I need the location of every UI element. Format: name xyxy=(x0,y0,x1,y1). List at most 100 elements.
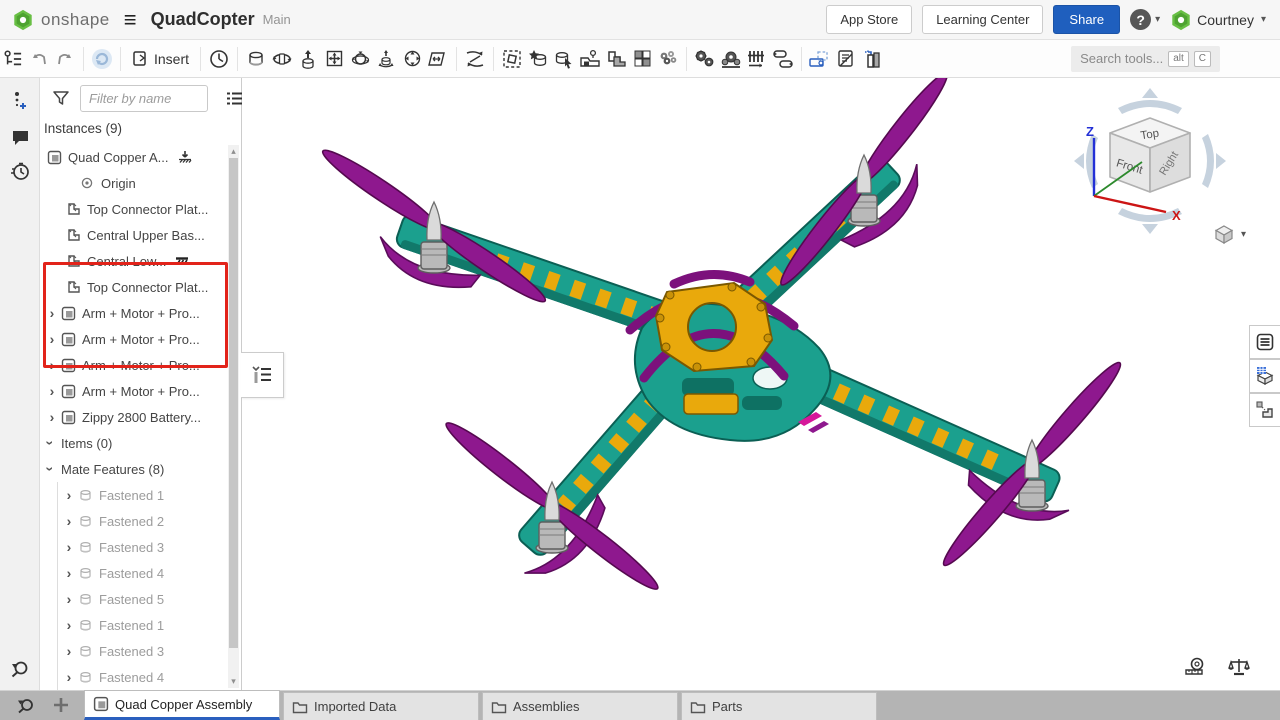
chevron-right-icon[interactable]: › xyxy=(45,410,59,424)
fastened-mate-icon[interactable] xyxy=(243,46,269,72)
help-menu[interactable]: ? ▾ xyxy=(1130,9,1160,30)
tree-row-subassembly[interactable]: › Arm + Motor + Pro... xyxy=(40,378,230,404)
history-icon[interactable] xyxy=(7,158,33,184)
sidebar-scrollbar[interactable]: ▴ ▾ xyxy=(228,145,239,688)
chevron-right-icon[interactable]: › xyxy=(45,384,59,398)
cylindrical-mate-icon[interactable] xyxy=(373,46,399,72)
tree-row-mate[interactable]: › Fastened 1 xyxy=(40,482,230,508)
chevron-right-icon[interactable]: › xyxy=(62,540,76,554)
mate-icon[interactable] xyxy=(206,46,232,72)
graphics-viewport[interactable]: .arm{fill:#1ba08e;stroke:#0b5f54;stroke-… xyxy=(242,78,1280,690)
interference-check-icon[interactable] xyxy=(859,46,885,72)
tree-row-part[interactable]: Top Connector Plat... xyxy=(40,274,230,300)
motor-propeller-upper-right[interactable] xyxy=(774,78,954,290)
tree-group-mate-features[interactable]: › Mate Features (8) xyxy=(40,456,230,482)
chevron-right-icon[interactable]: › xyxy=(62,566,76,580)
insert-button[interactable]: Insert xyxy=(126,50,195,67)
mass-properties-icon[interactable] xyxy=(1226,654,1252,680)
chevron-right-icon[interactable]: › xyxy=(62,514,76,528)
tab-parts[interactable]: Parts xyxy=(681,692,877,720)
tree-row-mate[interactable]: › Fastened 3 xyxy=(40,638,230,664)
tangent-mate-icon[interactable] xyxy=(425,46,451,72)
bom-flyout[interactable] xyxy=(1249,359,1280,393)
tree-row-subassembly[interactable]: › Arm + Motor + Pro... xyxy=(40,300,230,326)
tree-group-items[interactable]: › Items (0) xyxy=(40,430,230,456)
filter-icon[interactable] xyxy=(48,85,74,111)
feature-list-toggle[interactable] xyxy=(241,352,284,398)
assembly-tree-icon[interactable] xyxy=(0,46,26,72)
view-cube[interactable]: Top Front Right Z X xyxy=(1070,86,1230,236)
exploded-view-icon[interactable] xyxy=(807,46,833,72)
tree-row-subassembly[interactable]: › Arm + Motor + Pro... xyxy=(40,352,230,378)
tree-row-origin[interactable]: Origin xyxy=(40,170,230,196)
tab-assemblies[interactable]: Assemblies xyxy=(482,692,678,720)
redo-icon[interactable] xyxy=(52,46,78,72)
add-tab-icon[interactable] xyxy=(48,692,74,718)
app-store-button[interactable]: App Store xyxy=(826,5,912,34)
mate-connector-icon[interactable] xyxy=(525,46,551,72)
search-tabs-icon[interactable] xyxy=(12,692,38,718)
ball-mate-icon[interactable] xyxy=(347,46,373,72)
planar-mate-icon[interactable] xyxy=(321,46,347,72)
onshape-logo[interactable]: onshape xyxy=(0,9,110,31)
transform-icon[interactable] xyxy=(603,46,629,72)
chevron-right-icon[interactable]: › xyxy=(62,644,76,658)
linear-pattern-icon[interactable] xyxy=(629,46,655,72)
configurations-flyout[interactable] xyxy=(1249,393,1280,427)
pin-slot-mate-icon[interactable] xyxy=(399,46,425,72)
replicate-icon[interactable] xyxy=(577,46,603,72)
chevron-right-icon[interactable]: › xyxy=(62,618,76,632)
user-menu[interactable]: Courtney ▾ xyxy=(1170,9,1266,31)
measure-icon[interactable] xyxy=(1182,654,1208,680)
search-tools-field[interactable]: Search tools... alt C xyxy=(1071,46,1220,72)
chevron-down-icon[interactable]: › xyxy=(43,462,57,476)
chevron-right-icon[interactable]: › xyxy=(45,306,59,320)
view-options-menu[interactable]: ▾ xyxy=(1213,224,1246,244)
tree-row-mate[interactable]: › Fastened 5 xyxy=(40,586,230,612)
slider-mate-icon[interactable] xyxy=(295,46,321,72)
comments-icon[interactable] xyxy=(7,124,33,150)
undo-icon[interactable] xyxy=(26,46,52,72)
scroll-up-icon[interactable]: ▴ xyxy=(228,146,239,157)
mate-relation-icon[interactable] xyxy=(462,46,488,72)
gear-relation-icon[interactable] xyxy=(692,46,718,72)
tree-row-mate[interactable]: › Fastened 4 xyxy=(40,664,230,690)
chevron-down-icon[interactable]: › xyxy=(43,436,57,450)
chevron-right-icon[interactable]: › xyxy=(45,332,59,346)
named-positions-icon[interactable] xyxy=(551,46,577,72)
document-menu-icon[interactable]: ≡ xyxy=(124,7,137,33)
tree-row-subassembly[interactable]: › Zippy 2800 Battery... xyxy=(40,404,230,430)
share-button[interactable]: Share xyxy=(1053,5,1120,34)
feature-manager-flyout[interactable] xyxy=(1249,325,1280,359)
rack-pinion-relation-icon[interactable] xyxy=(744,46,770,72)
search-in-model-icon[interactable] xyxy=(7,656,33,682)
revolute-mate-icon[interactable] xyxy=(269,46,295,72)
circular-pattern-icon[interactable] xyxy=(655,46,681,72)
tab-quad-copper-assembly[interactable]: Quad Copper Assembly xyxy=(84,690,280,720)
learning-center-button[interactable]: Learning Center xyxy=(922,5,1043,34)
tree-row-subassembly[interactable]: › Arm + Motor + Pro... xyxy=(40,326,230,352)
tree-row-root-assembly[interactable]: Quad Copper A... xyxy=(40,144,230,170)
rotate-view-icon[interactable] xyxy=(89,46,115,72)
create-version-icon[interactable] xyxy=(7,88,33,114)
planetary-relation-icon[interactable] xyxy=(718,46,744,72)
chevron-right-icon[interactable]: › xyxy=(62,592,76,606)
scroll-down-icon[interactable]: ▾ xyxy=(228,676,239,687)
belt-relation-icon[interactable] xyxy=(770,46,796,72)
chevron-right-icon[interactable]: › xyxy=(62,488,76,502)
tree-row-mate[interactable]: › Fastened 2 xyxy=(40,508,230,534)
tree-row-part[interactable]: Central Low... xyxy=(40,248,230,274)
tree-row-mate[interactable]: › Fastened 3 xyxy=(40,534,230,560)
group-icon[interactable] xyxy=(499,46,525,72)
bill-of-materials-icon[interactable] xyxy=(833,46,859,72)
workspace-name[interactable]: Main xyxy=(263,12,291,27)
tab-imported-data[interactable]: Imported Data xyxy=(283,692,479,720)
tree-row-part[interactable]: Central Upper Bas... xyxy=(40,222,230,248)
tree-row-mate[interactable]: › Fastened 1 xyxy=(40,612,230,638)
tree-row-mate[interactable]: › Fastened 4 xyxy=(40,560,230,586)
chevron-right-icon[interactable]: › xyxy=(62,670,76,684)
chevron-right-icon[interactable]: › xyxy=(45,358,59,372)
tree-row-part[interactable]: Top Connector Plat... xyxy=(40,196,230,222)
scrollbar-thumb[interactable] xyxy=(229,158,238,648)
filter-input[interactable] xyxy=(80,85,208,112)
